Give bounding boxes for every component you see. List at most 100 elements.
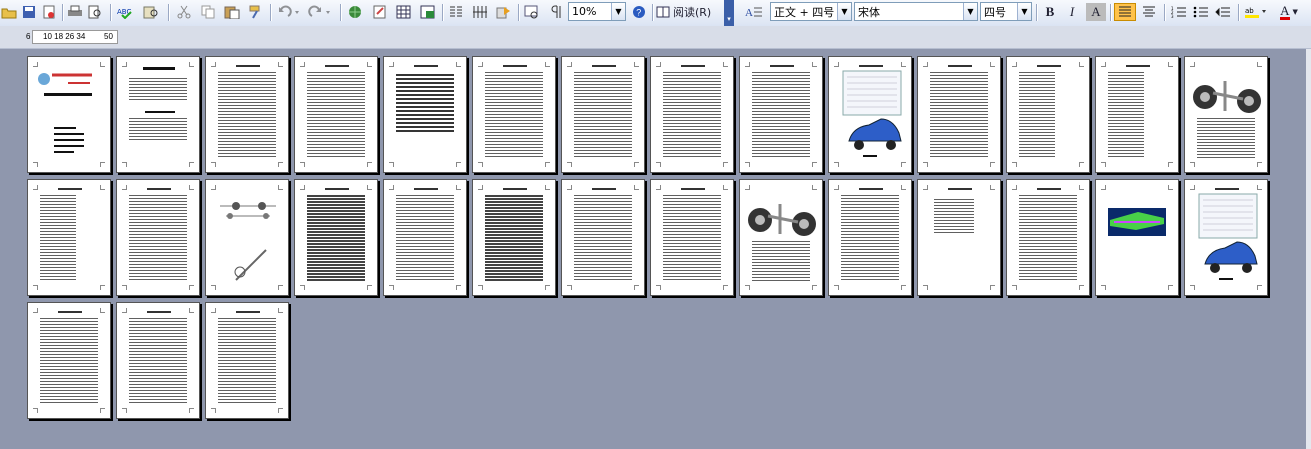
insert-table-icon[interactable] (394, 3, 414, 21)
font-color-button[interactable]: A ▼ (1274, 3, 1304, 21)
page-thumbnail[interactable] (1184, 56, 1268, 173)
open-icon[interactable] (0, 3, 18, 21)
style-value: 正文 + 四号 (774, 5, 835, 19)
tables-borders-icon[interactable] (370, 3, 390, 21)
align-center-button[interactable] (1138, 3, 1160, 21)
drawing-icon[interactable] (470, 3, 490, 21)
page-corner-mark (211, 162, 216, 167)
page-thumbnail[interactable] (27, 302, 111, 419)
page-thumbnail[interactable] (472, 56, 556, 173)
style-select[interactable]: 正文 + 四号 ▼ (770, 2, 852, 21)
cut-icon[interactable] (174, 3, 194, 21)
format-painter-icon[interactable] (246, 3, 266, 21)
font-select[interactable]: 宋体 ▼ (854, 2, 978, 21)
page-thumbnail[interactable] (205, 56, 289, 173)
page-corner-mark (1168, 62, 1173, 67)
page-thumbnail[interactable] (561, 179, 645, 296)
page-thumbnail[interactable] (205, 302, 289, 419)
page-thumbnail[interactable] (828, 179, 912, 296)
page-thumbnail[interactable] (1006, 56, 1090, 173)
justify-button[interactable] (1114, 3, 1136, 21)
page-thumbnail[interactable] (561, 56, 645, 173)
page-thumbnail[interactable] (917, 56, 1001, 173)
chevron-down-icon[interactable]: ▼ (837, 3, 851, 20)
save-icon[interactable] (20, 3, 38, 21)
read-button[interactable]: 阅读(R) (656, 3, 722, 21)
page-corner-mark (300, 285, 305, 290)
page-corner-mark (1012, 62, 1017, 67)
page-corner-mark (278, 285, 283, 290)
paragraph-mark-icon[interactable] (546, 3, 566, 21)
page-thumbnail[interactable] (383, 179, 467, 296)
copy-icon[interactable] (198, 3, 218, 21)
highlighter-icon: ab (1245, 7, 1266, 18)
page-corner-mark (567, 285, 572, 290)
undo-icon[interactable] (274, 3, 302, 21)
redo-icon[interactable] (306, 3, 334, 21)
page-thumbnail[interactable] (650, 179, 734, 296)
page-thumbnail[interactable] (116, 179, 200, 296)
page-thumbnail[interactable] (27, 56, 111, 173)
page-thumbnail[interactable] (116, 302, 200, 419)
vertical-scrollbar[interactable] (1306, 49, 1311, 449)
page-thumbnails[interactable] (0, 49, 1311, 449)
page-text-block (752, 71, 810, 158)
svg-text:ab: ab (1245, 7, 1254, 15)
page-corner-mark (189, 162, 194, 167)
page-corner-mark (367, 162, 372, 167)
page-corner-mark (656, 62, 661, 67)
hyperlink-icon[interactable] (346, 3, 366, 21)
page-thumbnail[interactable] (917, 179, 1001, 296)
page-corner-mark (122, 62, 127, 67)
italic-button[interactable]: I (1062, 3, 1082, 21)
page-corner-mark (389, 285, 394, 290)
page-thumbnail[interactable] (828, 56, 912, 173)
toolbar-options-icon[interactable]: ▾ (724, 0, 734, 26)
page-thumbnail[interactable] (205, 179, 289, 296)
styles-icon[interactable]: A (742, 3, 766, 21)
character-shading-button[interactable]: A (1086, 3, 1106, 21)
page-corner-mark (990, 162, 995, 167)
bullets-button[interactable] (1190, 3, 1212, 21)
page-thumbnail[interactable] (739, 179, 823, 296)
page-thumbnail[interactable] (294, 56, 378, 173)
font-size-value: 四号 (984, 5, 1006, 19)
page-thumbnail[interactable] (1006, 179, 1090, 296)
page-thumbnail[interactable] (294, 179, 378, 296)
paste-icon[interactable] (222, 3, 242, 21)
chevron-down-icon[interactable]: ▼ (963, 3, 977, 20)
page-corner-mark (656, 185, 661, 190)
font-color-label: A (1280, 2, 1290, 20)
page-corner-mark (901, 285, 906, 290)
page-thumbnail[interactable] (650, 56, 734, 173)
decrease-indent-button[interactable] (1212, 3, 1234, 21)
print-icon[interactable] (66, 3, 84, 21)
document-map-icon[interactable] (494, 3, 514, 21)
permission-icon[interactable] (40, 3, 58, 21)
print-preview-icon[interactable] (86, 3, 104, 21)
font-size-select[interactable]: 四号 ▼ (980, 2, 1032, 21)
page-thumbnail[interactable] (739, 56, 823, 173)
columns-icon[interactable] (446, 3, 466, 21)
page-corner-mark (723, 185, 728, 190)
page-thumbnail[interactable] (27, 179, 111, 296)
spelling-icon[interactable]: ABC (114, 3, 136, 21)
help-icon[interactable]: ? (630, 3, 648, 21)
bold-button[interactable]: B (1040, 3, 1060, 21)
numbering-button[interactable]: 123 (1168, 3, 1190, 21)
page-thumbnail[interactable] (1095, 56, 1179, 173)
chevron-down-icon[interactable]: ▼ (611, 3, 625, 20)
page-thumbnail[interactable] (116, 56, 200, 173)
highlight-button[interactable]: ab (1242, 3, 1272, 21)
page-thumbnail[interactable] (1095, 179, 1179, 296)
page-corner-mark (545, 285, 550, 290)
page-thumbnail[interactable] (1184, 179, 1268, 296)
page-text-block (574, 71, 632, 158)
show-hide-icon[interactable] (522, 3, 542, 21)
page-thumbnail[interactable] (383, 56, 467, 173)
zoom-select[interactable]: 10% ▼ (568, 2, 626, 21)
chevron-down-icon[interactable]: ▼ (1017, 3, 1031, 20)
insert-excel-icon[interactable] (418, 3, 438, 21)
page-thumbnail[interactable] (472, 179, 556, 296)
research-icon[interactable] (140, 3, 162, 21)
